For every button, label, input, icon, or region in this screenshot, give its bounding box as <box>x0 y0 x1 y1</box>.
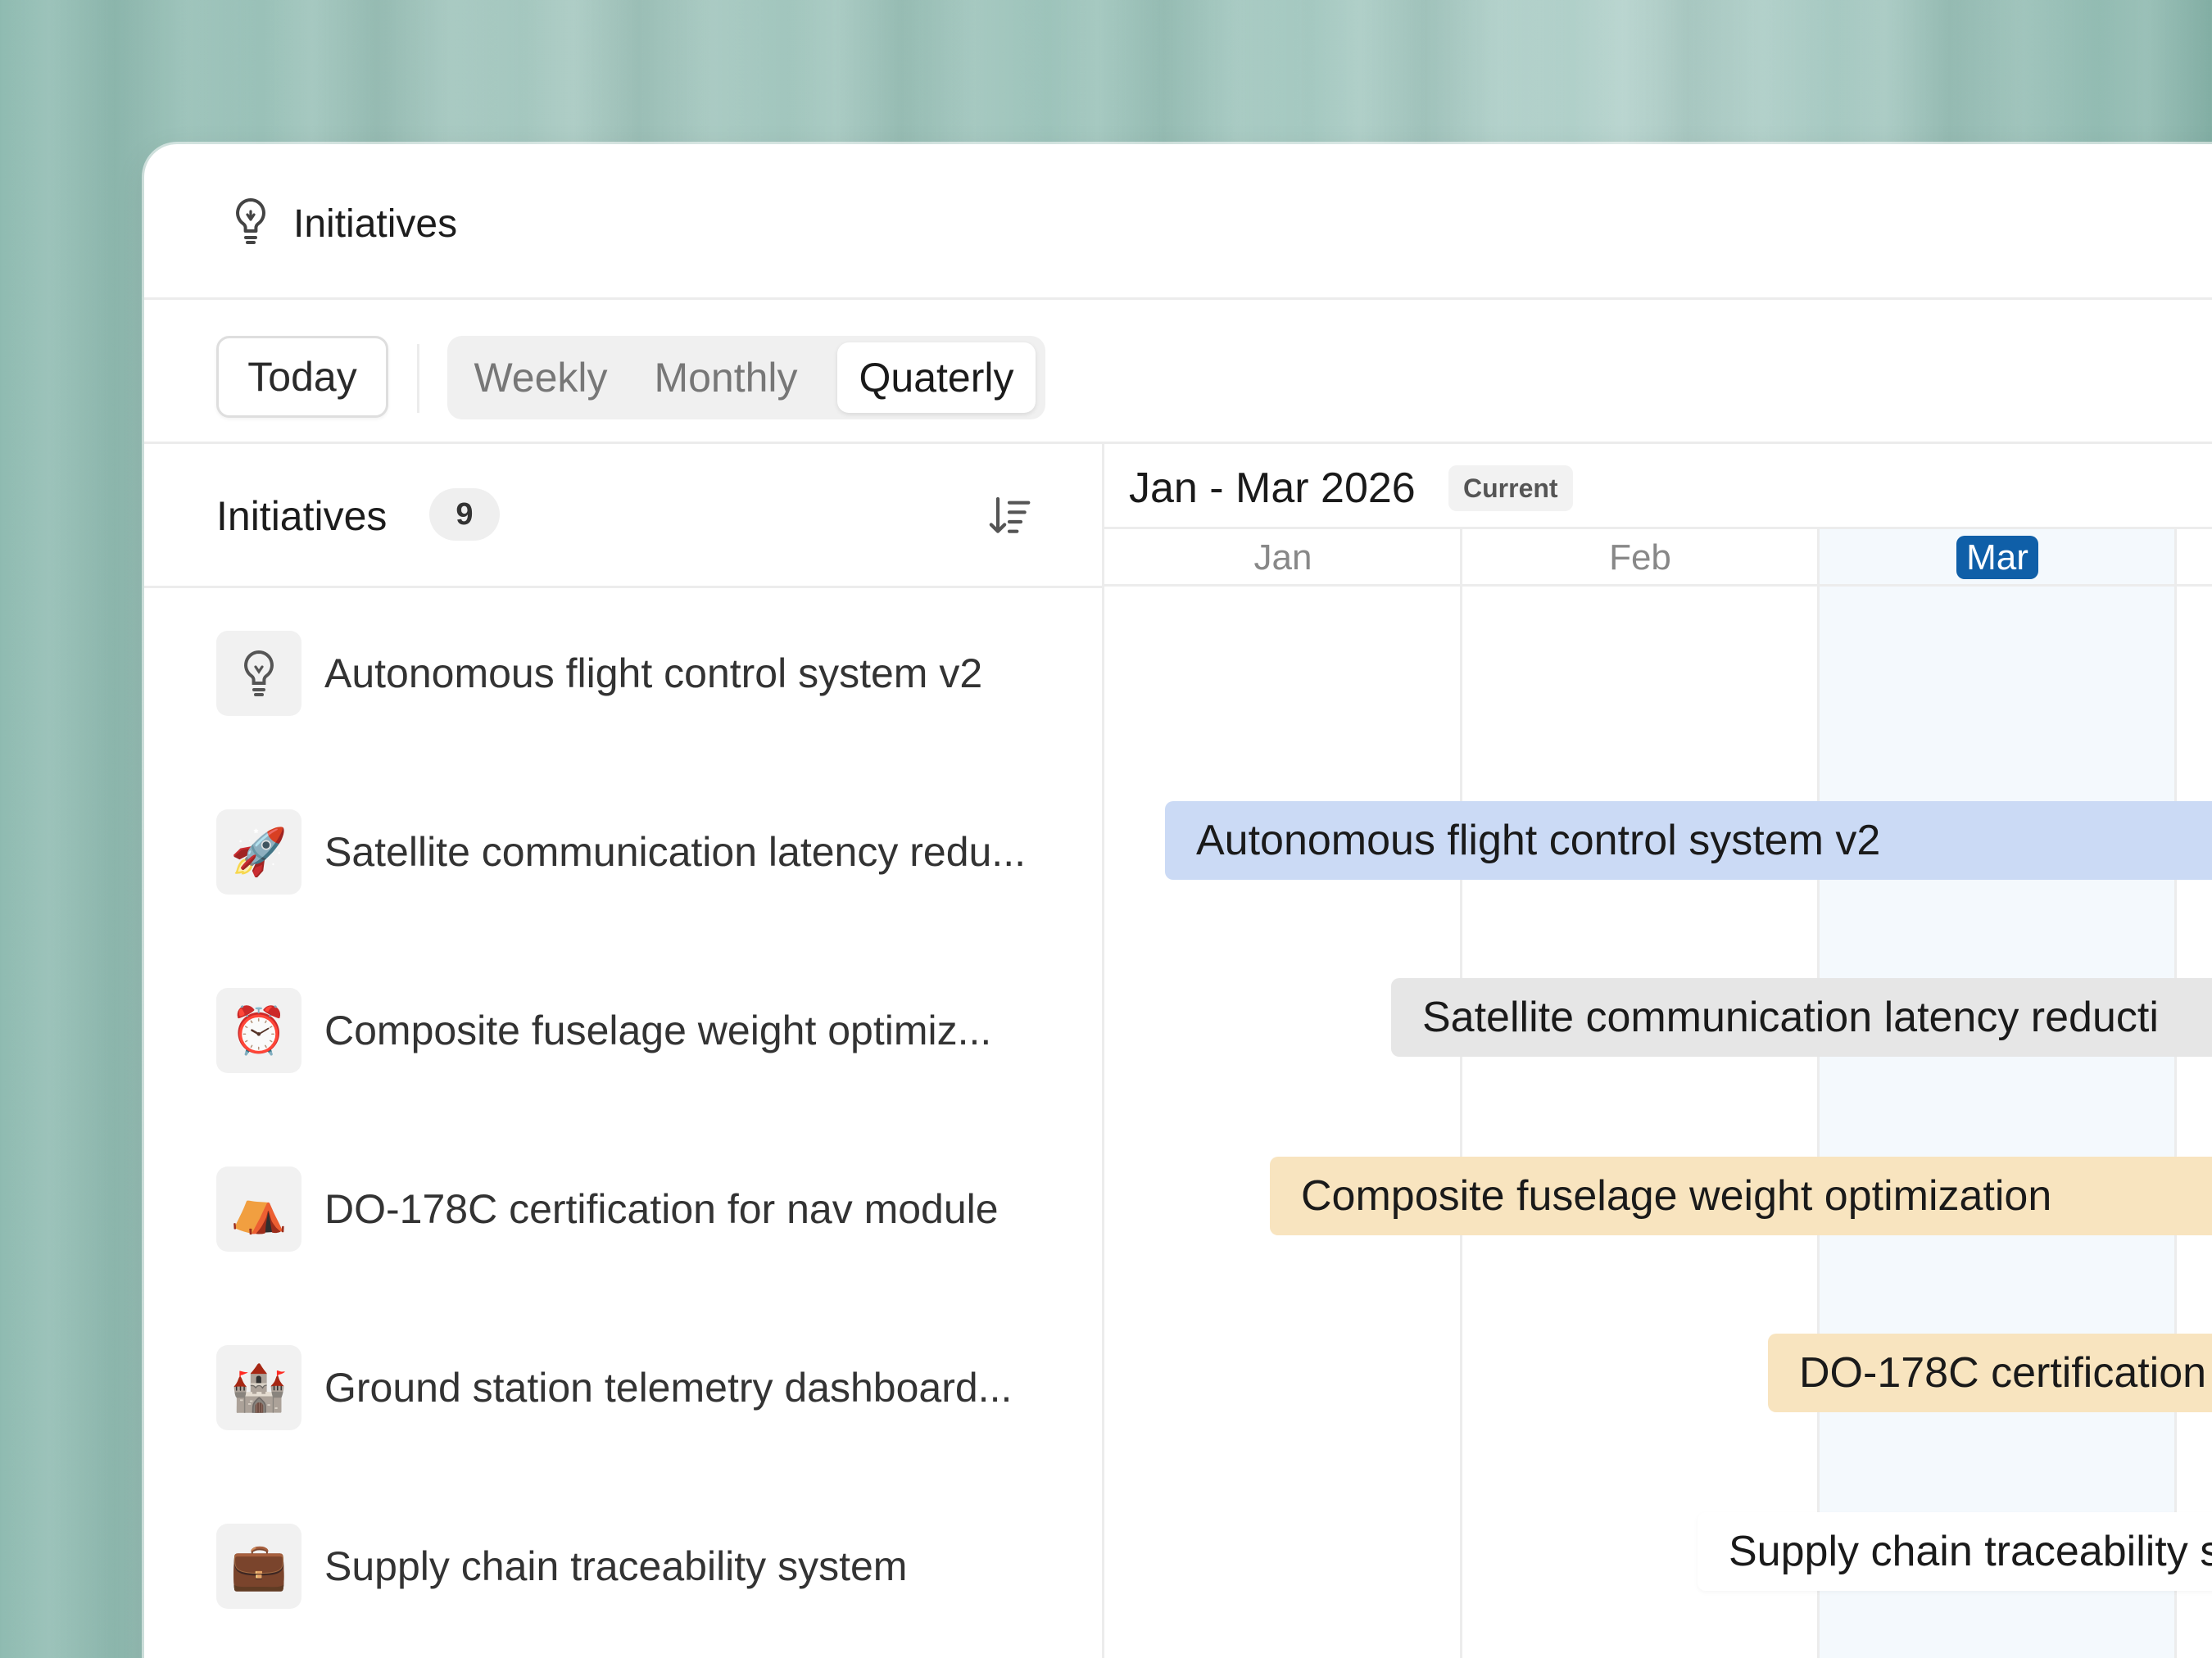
list-item-label: Autonomous flight control system v2 <box>324 650 983 696</box>
current-month-highlight <box>1819 529 2176 1658</box>
selected-month-badge: Mar <box>1956 536 2038 579</box>
count-badge: 9 <box>429 488 500 541</box>
initiatives-list-panel: Initiatives 9 Autonomous flight control … <box>144 444 1104 1658</box>
rocket-icon: 🚀 <box>216 809 301 895</box>
list-item[interactable]: 🚀 Satellite communication latency redu..… <box>144 809 1102 988</box>
tent-icon: ⛺ <box>216 1166 301 1252</box>
list-item-label: DO-178C certification for nav module <box>324 1186 999 1232</box>
month-divider <box>1817 529 1820 1658</box>
toolbar-divider <box>417 344 419 413</box>
castle-icon: 🏰 <box>216 1345 301 1430</box>
timeline-header: Jan - Mar 2026 Current A <box>1104 444 2212 529</box>
tab-quaterly[interactable]: Quaterly <box>837 342 1036 413</box>
briefcase-icon: 💼 <box>216 1524 301 1609</box>
page-title: Initiatives <box>293 202 458 246</box>
month-feb: Feb <box>1609 537 1671 578</box>
today-button[interactable]: Today <box>216 336 388 418</box>
lightbulb-icon <box>216 631 301 716</box>
month-divider <box>2174 529 2177 1658</box>
timeline-bar[interactable]: Satellite communication latency reducti <box>1391 978 2212 1057</box>
timeline-bar[interactable]: DO-178C certification <box>1768 1334 2212 1412</box>
timeline-bar[interactable]: Supply chain traceability system <box>1698 1512 2212 1591</box>
page-header: Initiatives <box>144 144 2212 300</box>
app-window: Initiatives Today Weekly Monthly Quaterl… <box>144 144 2212 1658</box>
quarter-label: Jan - Mar 2026 <box>1129 464 1416 512</box>
lightbulb-icon <box>236 198 265 244</box>
list-item[interactable]: ⏰ Composite fuselage weight optimiz... <box>144 988 1102 1166</box>
tab-weekly[interactable]: Weekly <box>459 336 623 419</box>
sort-icon[interactable] <box>986 493 1032 539</box>
list-item-label: Ground station telemetry dashboard... <box>324 1365 1013 1411</box>
month-jan: Jan <box>1253 537 1312 578</box>
view-toolbar: Today Weekly Monthly Quaterly <box>144 300 2212 444</box>
tab-monthly[interactable]: Monthly <box>636 336 816 419</box>
timeline-bar[interactable]: Composite fuselage weight optimization <box>1270 1157 2212 1235</box>
month-header: Jan Feb Mar <box>1104 529 2212 587</box>
list-item[interactable]: Autonomous flight control system v2 <box>144 631 1102 809</box>
list-item[interactable]: 🏰 Ground station telemetry dashboard... <box>144 1345 1102 1524</box>
list-item-label: Supply chain traceability system <box>324 1543 908 1589</box>
current-badge: Current <box>1448 465 1573 511</box>
month-mar: Mar <box>1819 529 2176 587</box>
list-item-label: Composite fuselage weight optimiz... <box>324 1008 992 1053</box>
view-switcher: Weekly Monthly Quaterly <box>447 336 1045 419</box>
month-divider <box>1460 529 1462 1658</box>
list-item-label: Satellite communication latency redu... <box>324 829 1026 875</box>
timeline-panel: Jan - Mar 2026 Current A Jan Feb Mar Aut… <box>1104 444 2212 1658</box>
timeline-bar[interactable]: Autonomous flight control system v2 <box>1165 801 2212 880</box>
list-title: Initiatives <box>216 493 388 539</box>
list-header: Initiatives 9 <box>144 444 1102 588</box>
list-item[interactable]: ⛺ DO-178C certification for nav module <box>144 1166 1102 1345</box>
list-item[interactable]: 💼 Supply chain traceability system <box>144 1524 1102 1658</box>
alarm-clock-icon: ⏰ <box>216 988 301 1073</box>
